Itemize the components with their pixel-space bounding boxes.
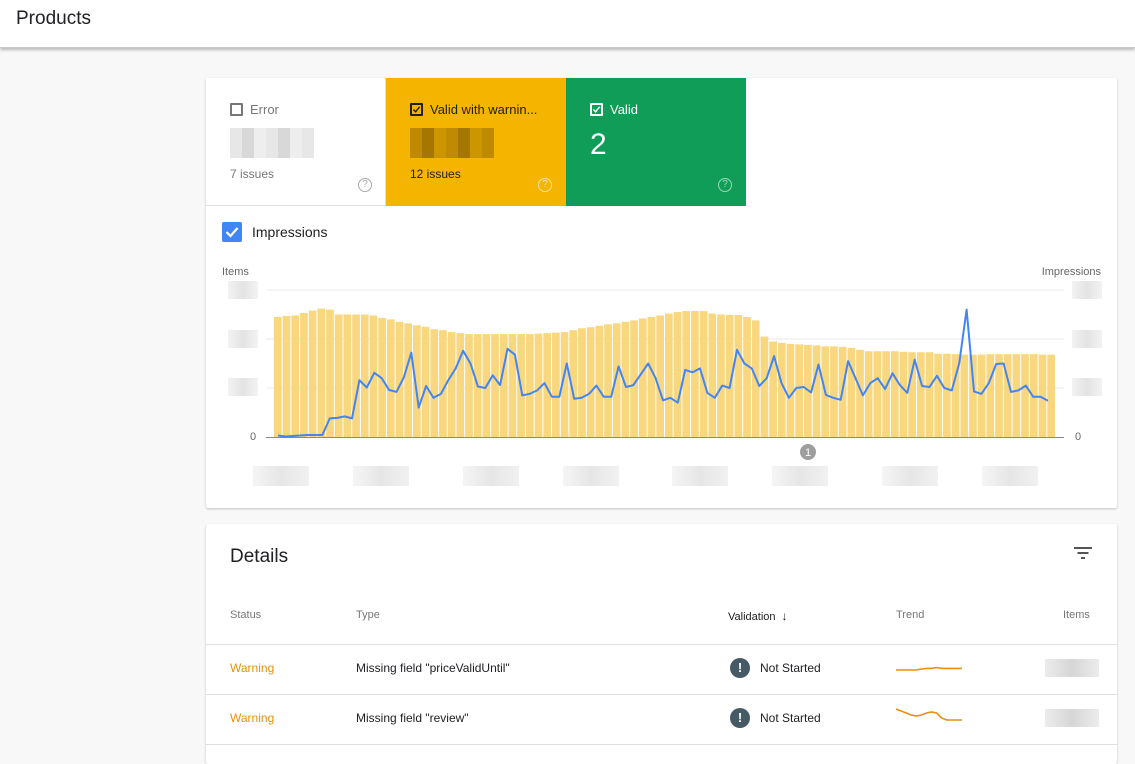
bar bbox=[361, 315, 369, 438]
row-trend-sparkline bbox=[896, 706, 962, 726]
row-items-redacted bbox=[1045, 659, 1099, 677]
bar bbox=[595, 326, 603, 437]
bar bbox=[830, 346, 838, 437]
row-items-redacted bbox=[1045, 709, 1099, 727]
bar bbox=[882, 351, 890, 437]
row-validation: Not Started bbox=[760, 711, 821, 725]
bar bbox=[448, 332, 456, 437]
bar bbox=[743, 317, 751, 437]
details-title: Details bbox=[230, 546, 288, 568]
bar bbox=[900, 352, 908, 437]
divider bbox=[206, 744, 1117, 745]
bar bbox=[1047, 355, 1055, 437]
bar bbox=[639, 318, 647, 437]
bar bbox=[708, 314, 716, 437]
bar bbox=[934, 354, 942, 437]
bar bbox=[422, 327, 430, 437]
bar bbox=[309, 311, 317, 437]
page-header: Products bbox=[0, 0, 1135, 48]
x-tick-redacted bbox=[982, 466, 1038, 486]
bar bbox=[865, 351, 873, 437]
divider bbox=[206, 694, 1117, 695]
bar bbox=[578, 328, 586, 437]
bar bbox=[761, 337, 769, 437]
bar bbox=[604, 324, 612, 437]
bar bbox=[656, 315, 664, 437]
x-tick-redacted bbox=[563, 466, 619, 486]
bar bbox=[674, 312, 682, 437]
bar bbox=[1021, 354, 1029, 437]
bar bbox=[813, 345, 821, 437]
bar bbox=[995, 354, 1003, 437]
bar bbox=[587, 327, 595, 437]
column-status[interactable]: Status bbox=[230, 609, 261, 621]
bar bbox=[274, 317, 282, 437]
bar bbox=[613, 323, 621, 437]
x-tick-redacted bbox=[672, 466, 728, 486]
row-validation: Not Started bbox=[760, 661, 821, 675]
bar bbox=[769, 341, 777, 437]
page-title: Products bbox=[16, 8, 91, 30]
column-type[interactable]: Type bbox=[356, 609, 380, 621]
bar bbox=[717, 315, 725, 438]
bar bbox=[300, 313, 308, 437]
bar bbox=[665, 314, 673, 437]
annotation-label: 1 bbox=[805, 447, 811, 459]
summary-card: Error 7 issues ? Valid with warnin... 12… bbox=[206, 78, 1117, 508]
bar bbox=[960, 355, 968, 437]
chart: 1 bbox=[206, 78, 1117, 508]
bar bbox=[465, 334, 473, 437]
bar bbox=[1013, 354, 1021, 437]
bar bbox=[891, 351, 899, 437]
row-status: Warning bbox=[230, 661, 274, 675]
bar bbox=[795, 344, 803, 437]
bar bbox=[456, 333, 464, 437]
bar bbox=[430, 329, 438, 437]
bar bbox=[908, 352, 916, 437]
bar bbox=[526, 334, 534, 437]
validation-alert-icon: ! bbox=[730, 708, 750, 728]
bar bbox=[874, 351, 882, 437]
bar bbox=[552, 333, 560, 437]
bar bbox=[291, 315, 299, 437]
bar bbox=[283, 316, 291, 437]
bar bbox=[352, 315, 360, 438]
bar bbox=[969, 355, 977, 437]
row-type: Missing field "priceValidUntil" bbox=[356, 661, 510, 675]
x-tick-redacted bbox=[463, 466, 519, 486]
trend-line bbox=[896, 709, 962, 720]
bar bbox=[917, 352, 925, 437]
sort-down-icon: ↓ bbox=[782, 609, 788, 623]
x-tick-redacted bbox=[253, 466, 309, 486]
column-validation[interactable]: Validation ↓ bbox=[728, 609, 788, 623]
validation-alert-icon: ! bbox=[730, 658, 750, 678]
filter-icon[interactable] bbox=[1074, 546, 1092, 560]
bar bbox=[404, 323, 412, 437]
bar bbox=[387, 319, 395, 437]
bar bbox=[787, 344, 795, 437]
x-tick-redacted bbox=[353, 466, 409, 486]
bar bbox=[1030, 354, 1038, 437]
column-trend[interactable]: Trend bbox=[896, 609, 924, 621]
row-status: Warning bbox=[230, 711, 274, 725]
divider bbox=[206, 644, 1117, 645]
details-card: Details Status Type Validation ↓ Trend It… bbox=[206, 524, 1117, 764]
trend-line bbox=[896, 668, 962, 670]
bar bbox=[735, 315, 743, 437]
column-validation-label: Validation bbox=[728, 611, 776, 623]
bar bbox=[978, 355, 986, 437]
row-trend-sparkline bbox=[896, 656, 962, 676]
bar bbox=[691, 311, 699, 437]
x-tick-redacted bbox=[882, 466, 938, 486]
column-items[interactable]: Items bbox=[1063, 609, 1090, 621]
row-type: Missing field "review" bbox=[356, 711, 469, 725]
bar bbox=[943, 354, 951, 437]
bar bbox=[491, 334, 499, 437]
bar bbox=[317, 309, 325, 437]
x-tick-redacted bbox=[772, 466, 828, 486]
bar bbox=[986, 354, 994, 437]
bar bbox=[926, 352, 934, 437]
